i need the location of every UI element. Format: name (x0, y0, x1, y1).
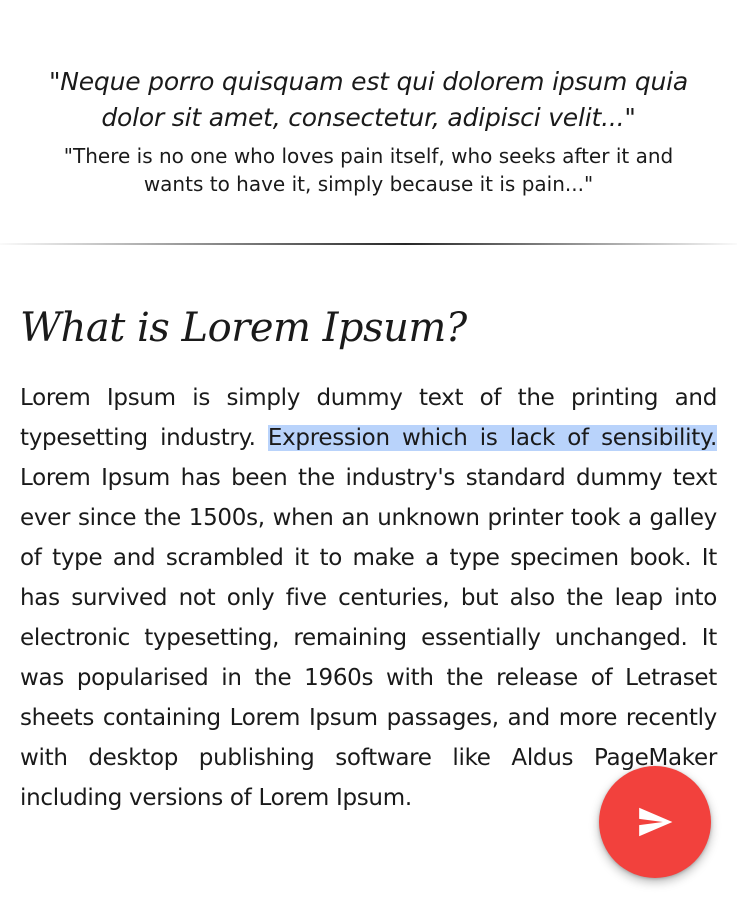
article-text-after: Lorem Ipsum has been the industry's stan… (20, 465, 717, 811)
article-section: What is Lorem Ipsum? Lorem Ipsum is simp… (20, 300, 717, 818)
send-button[interactable] (599, 766, 711, 878)
article-body: Lorem Ipsum is simply dummy text of the … (20, 378, 717, 818)
text-selection[interactable]: Expression which is lack of sensibility. (267, 425, 717, 451)
quote-latin: "Neque porro quisquam est qui dolorem ip… (48, 67, 689, 132)
divider (0, 243, 737, 245)
quote-block: "Neque porro quisquam est qui dolorem ip… (0, 64, 737, 198)
quote-english: "There is no one who loves pain itself, … (63, 144, 674, 196)
article-title: What is Lorem Ipsum? (20, 305, 467, 351)
send-icon (639, 807, 673, 837)
